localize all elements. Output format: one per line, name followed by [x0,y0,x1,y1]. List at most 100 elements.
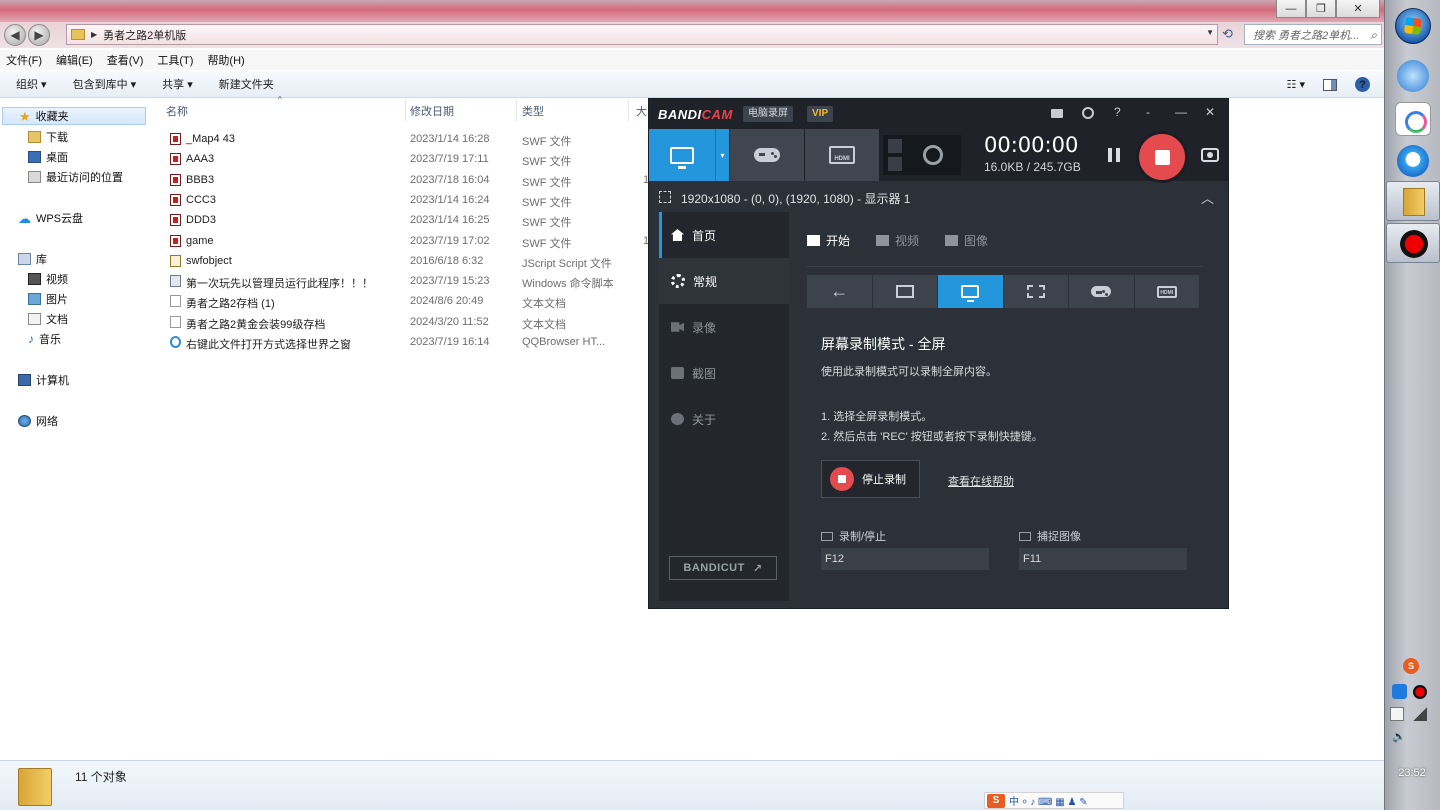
table-row[interactable]: swfobject 2016/6/18 6:32 JScript Script 文件 [165,252,650,272]
tab-video[interactable]: 视频 [876,232,919,249]
organize-button[interactable]: 组织 ▾ [16,76,47,92]
table-row[interactable]: CCC3 2023/1/14 16:24 SWF 文件 [165,191,650,211]
table-row[interactable]: BBB3 2023/7/18 16:04 SWF 文件 1 [165,171,650,191]
table-row[interactable]: 勇者之路2黄金会装99级存档 2024/3/20 11:52 文本文档 [165,313,650,333]
tab-image[interactable]: 图像 [945,232,988,249]
nav-documents[interactable]: 文档 [28,311,68,327]
rectangle-mode-button[interactable] [872,275,937,308]
around-mouse-mode-button[interactable] [1003,275,1068,308]
search-icon[interactable]: ⌕ [1370,28,1377,43]
column-type-header[interactable]: 类型 [522,103,544,119]
share-button[interactable]: 共享 ▾ [162,76,193,92]
table-row[interactable]: 右键此文件打开方式选择世界之窗 2023/7/19 16:14 QQBrowser … [165,333,650,353]
minimize-to-tray-icon[interactable]: - [1146,105,1150,119]
nav-favorites[interactable]: ★ 收藏夹 [2,107,146,125]
table-row[interactable]: 勇者之路2存档 (1) 2024/8/6 20:49 文本文档 [165,292,650,312]
game-mode-button[interactable] [1069,275,1134,308]
help-icon[interactable]: ? [1114,105,1121,119]
table-row[interactable]: DDD3 2023/1/14 16:25 SWF 文件 [165,211,650,231]
back-button[interactable]: ← [807,275,872,308]
preview-pane-icon[interactable] [1323,78,1337,91]
start-button[interactable] [1395,8,1431,44]
nav-music[interactable]: ♪ 音乐 [28,331,61,347]
nav-library[interactable]: 库 [18,251,47,267]
bandicam-tray-icon[interactable] [1413,685,1427,699]
device-mode-button[interactable]: HDMI [1134,275,1199,308]
sidebar-item-image[interactable]: 截图 [659,350,789,396]
bandicut-button[interactable]: BANDICUT ↗ [669,556,777,580]
stop-recording-button[interactable]: 停止录制 [821,460,920,498]
maximize-button[interactable]: ❐ [1306,0,1336,18]
browser-icon[interactable] [1397,60,1429,92]
game-mode-button[interactable] [730,129,804,181]
menu-view[interactable]: 查看(V) [107,52,144,68]
mode-dropdown-button[interactable]: ▾ [715,129,729,181]
screen-mode-button[interactable] [649,129,715,181]
region-select-icon[interactable] [659,191,671,203]
view-options-icon[interactable]: ☷ ▾ [1287,78,1305,91]
ime-toolbar[interactable]: S 中 ⸰ ♪ ⌨ ▦ ♟ ✎ [984,792,1124,809]
table-row[interactable]: game 2023/7/19 17:02 SWF 文件 1 [165,232,650,252]
qq-browser-icon[interactable] [1397,145,1429,177]
search-input[interactable]: 搜索 勇者之路2单机... ⌕ [1244,24,1382,45]
sidebar-item-about[interactable]: 关于 [659,396,789,442]
column-divider[interactable] [628,99,629,121]
clock[interactable]: 23:52 [1384,767,1440,779]
sidebar-item-home[interactable]: 首页 [659,212,789,258]
action-center-icon[interactable] [1390,707,1404,721]
nav-network[interactable]: 网络 [18,413,58,429]
column-divider[interactable] [516,99,517,121]
baidu-netdisk-icon[interactable] [1395,102,1431,136]
explorer-taskbar-button[interactable] [1386,181,1440,221]
fullscreen-mode-button[interactable] [938,275,1003,308]
table-row[interactable]: _Map4 43 2023/1/14 16:28 SWF 文件 [165,130,650,150]
table-row[interactable]: AAA3 2023/7/19 17:11 SWF 文件 [165,150,650,170]
bandicam-taskbar-button[interactable] [1386,223,1440,263]
tab-start[interactable]: 开始 [807,232,850,249]
record-hotkey-field[interactable]: F12 [821,548,989,570]
nav-pictures[interactable]: 图片 [28,291,68,307]
app-tray-icon[interactable] [1392,684,1407,699]
menu-tools[interactable]: 工具(T) [157,52,193,68]
nav-desktop[interactable]: 桌面 [28,149,68,165]
menu-help[interactable]: 帮助(H) [207,52,244,68]
sogou-tray-icon[interactable]: S [1403,658,1419,674]
include-in-library-button[interactable]: 包含到库中 ▾ [73,76,137,92]
nav-wps-cloud[interactable]: ☁ WPS云盘 [18,210,83,226]
breadcrumb[interactable]: 勇者之路2单机版 [103,27,186,43]
capture-hotkey-field[interactable]: F11 [1019,548,1187,570]
webcam-icon[interactable] [923,145,943,165]
minimize-button[interactable]: — [1276,0,1306,18]
network-signal-icon[interactable] [1413,707,1427,721]
nav-videos[interactable]: 视频 [28,271,68,287]
close-icon[interactable]: ✕ [1205,105,1215,119]
address-bar[interactable]: ▶ 勇者之路2单机版 ▼ [66,24,1218,45]
menu-edit[interactable]: 编辑(E) [56,52,93,68]
table-row[interactable]: 第一次玩先以管理员运行此程序！！！ 2023/7/19 15:23 Windows … [165,272,650,292]
vip-badge[interactable]: VIP [807,106,834,122]
sogou-icon[interactable]: S [987,793,1005,808]
column-name-header[interactable]: 名称 [166,103,188,119]
new-folder-button[interactable]: 新建文件夹 [219,76,274,92]
folder-icon[interactable] [1051,109,1063,118]
close-button[interactable]: ✕ [1336,0,1380,18]
refresh-icon[interactable]: ⟲ [1222,26,1233,42]
online-help-link[interactable]: 查看在线帮助 [948,473,1014,489]
chevron-down-icon[interactable]: ▼ [1206,28,1214,37]
speaker-icon[interactable] [888,157,902,171]
column-divider[interactable] [405,99,406,121]
device-mode-button[interactable]: HDMI [805,129,879,181]
nav-computer[interactable]: 计算机 [18,372,69,388]
clock-icon[interactable] [1082,107,1094,119]
column-size-header[interactable]: 大 [636,103,647,119]
pause-icon[interactable] [1108,148,1120,162]
sidebar-item-general[interactable]: 常规 [659,258,789,304]
forward-button[interactable]: ▶ [28,24,50,46]
menu-file[interactable]: 文件(F) [6,52,42,68]
chevron-up-icon[interactable]: ︿ [1201,188,1214,207]
help-icon[interactable]: ? [1355,77,1370,92]
record-button[interactable] [1136,131,1188,183]
microphone-icon[interactable] [888,139,902,153]
back-button[interactable]: ◀ [4,24,26,46]
nav-recent[interactable]: 最近访问的位置 [28,169,123,185]
